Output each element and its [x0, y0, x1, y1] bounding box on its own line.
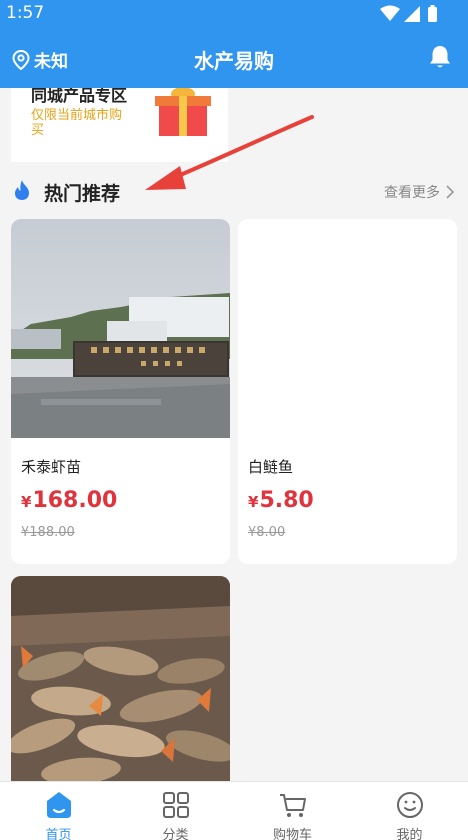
tab-profile[interactable]: 我的	[351, 782, 468, 840]
product-card[interactable]: 白鲢鱼 ¥5.80 ¥8.00	[238, 219, 457, 564]
gift-box-icon	[155, 88, 211, 136]
tab-home[interactable]: 首页	[0, 782, 117, 840]
system-status-icons	[380, 5, 437, 22]
status-time: 1:57	[6, 3, 45, 23]
price-value: 5.80	[259, 488, 314, 513]
app-header: 未知 水产易购	[0, 28, 468, 88]
product-price: ¥168.00	[21, 488, 117, 513]
currency-symbol: ¥	[248, 493, 259, 511]
tab-label: 我的	[396, 828, 423, 840]
bell-icon[interactable]	[428, 44, 452, 70]
product-name: 白鲢鱼	[248, 458, 294, 476]
cart-icon	[279, 794, 306, 817]
tab-label: 首页	[45, 828, 72, 840]
tab-label: 分类	[162, 828, 189, 840]
status-bar: 1:57	[0, 0, 468, 28]
promo-subtitle: 仅限当前城市购买	[31, 108, 123, 138]
page-title: 水产易购	[194, 49, 274, 73]
profile-icon	[396, 792, 423, 818]
section-title: 热门推荐	[44, 183, 121, 205]
tab-category[interactable]: 分类	[117, 782, 234, 840]
promo-title: 同城产品专区	[31, 88, 128, 105]
view-more-link[interactable]: 查看更多	[384, 182, 454, 202]
bottom-tab-bar: 首页 分类 购物车 我的	[0, 781, 468, 840]
tab-label: 购物车	[272, 828, 312, 840]
original-price: ¥8.00	[248, 525, 286, 540]
product-image-placeholder	[238, 219, 457, 438]
currency-symbol: ¥	[21, 493, 32, 511]
original-price: ¥188.00	[21, 525, 75, 540]
product-card[interactable]	[11, 576, 230, 781]
tab-cart[interactable]: 购物车	[234, 782, 351, 840]
home-icon	[46, 792, 71, 818]
chevron-right-icon	[446, 185, 454, 199]
price-value: 168.00	[32, 488, 118, 513]
product-card[interactable]: 禾泰虾苗 ¥168.00 ¥188.00	[11, 219, 230, 564]
product-image-carp	[11, 576, 230, 781]
local-products-promo[interactable]: 同城产品专区 仅限当前城市购买	[11, 88, 228, 162]
view-more-label: 查看更多	[384, 185, 440, 201]
product-price: ¥5.80	[248, 488, 314, 513]
grid-icon	[162, 792, 189, 818]
hot-recommend-header: 热门推荐 查看更多	[0, 170, 468, 214]
fire-icon	[15, 180, 29, 200]
product-image-factory	[11, 219, 230, 438]
product-name: 禾泰虾苗	[21, 458, 82, 476]
